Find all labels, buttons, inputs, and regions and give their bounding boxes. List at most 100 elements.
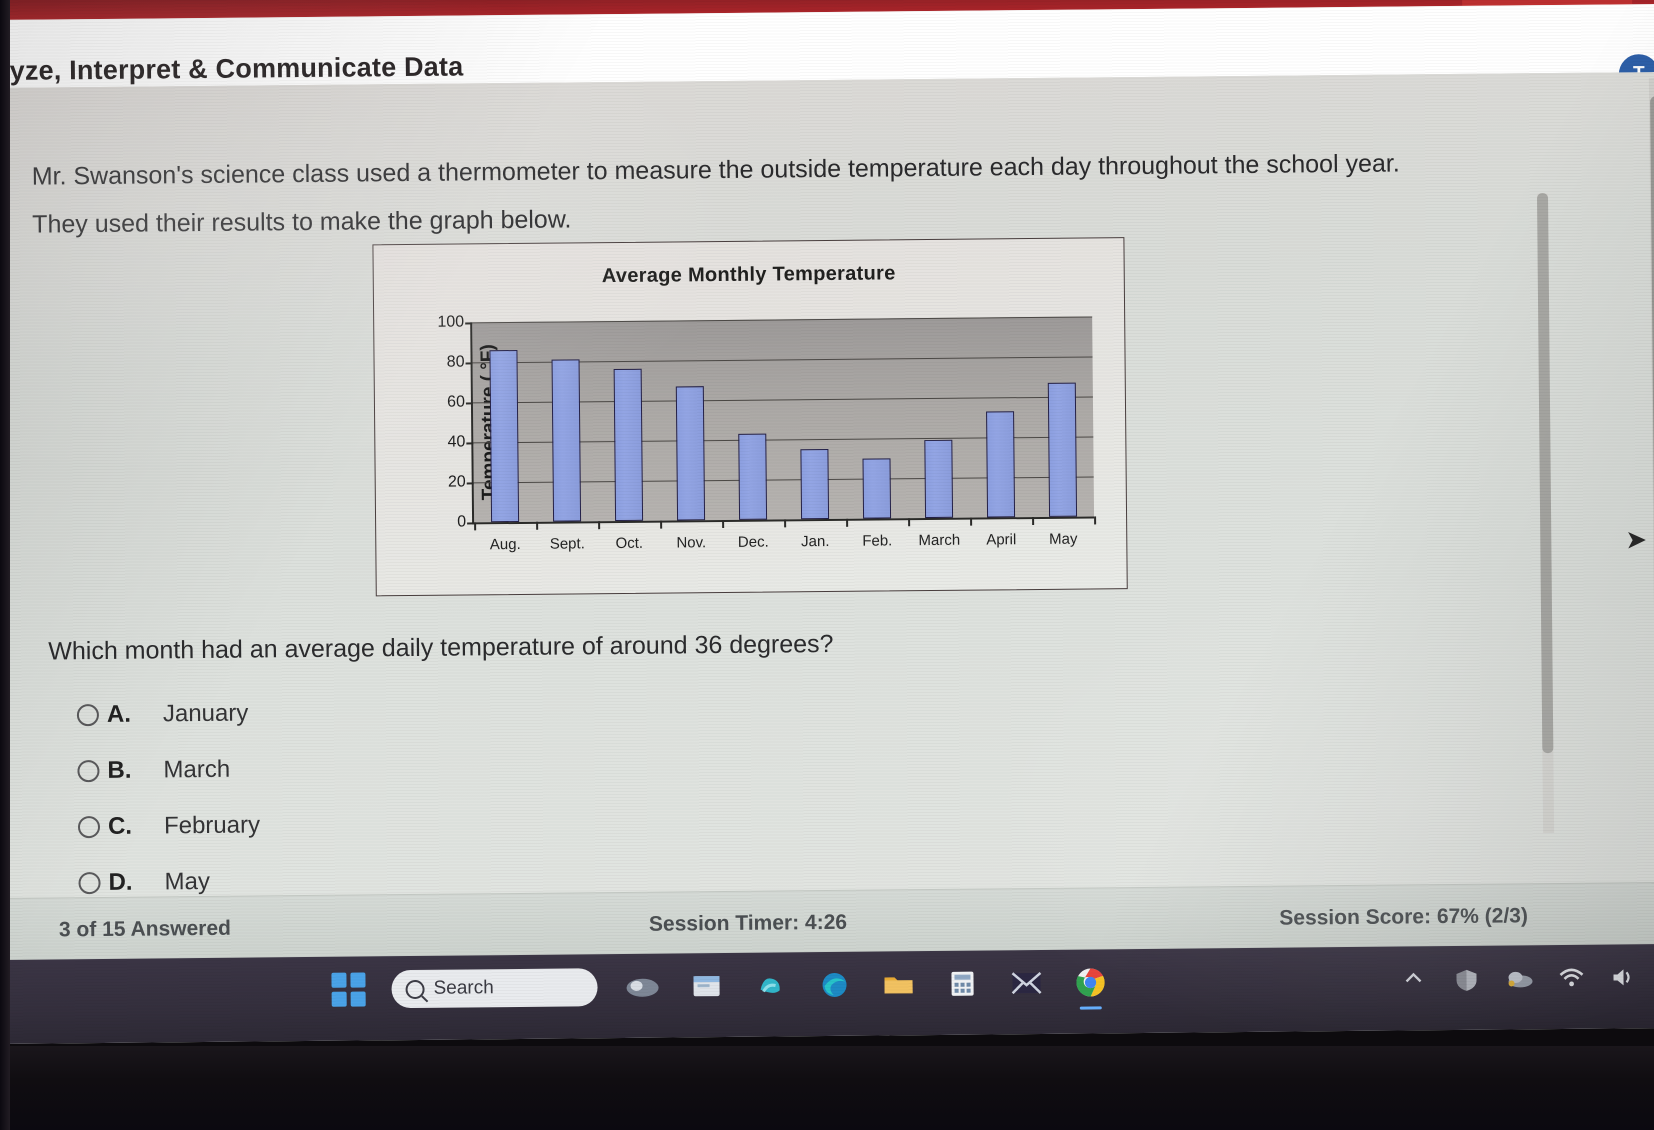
bar — [986, 411, 1016, 518]
x-tick-label: Jan. — [801, 532, 830, 551]
chevron-up-icon[interactable] — [1401, 968, 1427, 990]
option-label: May — [164, 867, 211, 896]
y-tick-label: 0 — [457, 513, 467, 531]
chrome-icon[interactable] — [1071, 963, 1109, 1001]
y-tick-label: 80 — [446, 353, 465, 371]
inner-scrollbar[interactable] — [1536, 193, 1555, 834]
calculator-icon[interactable] — [943, 965, 981, 1003]
edge-icon[interactable] — [815, 966, 853, 1004]
wifi-icon[interactable] — [1557, 967, 1584, 989]
x-tick-mark — [1032, 517, 1034, 526]
y-tick-mark — [466, 482, 474, 484]
search-placeholder: Search — [433, 977, 494, 999]
monitor-bezel-bottom — [0, 1046, 1654, 1130]
x-tick-mark — [598, 521, 600, 530]
bar — [551, 359, 582, 522]
answer-option-february[interactable]: C. February — [77, 792, 779, 855]
bar-slot: May — [1030, 316, 1094, 548]
bar — [862, 458, 892, 519]
question-prompt: Mr. Swanson's science class used a therm… — [32, 139, 1453, 249]
session-score: Session Score: 67% (2/3) — [1279, 904, 1529, 930]
bar-slot: Dec. — [720, 319, 784, 551]
option-letter: A. — [106, 700, 132, 728]
x-tick-label: Nov. — [676, 534, 707, 552]
session-timer: Session Timer: 4:26 — [648, 910, 848, 936]
bar — [800, 448, 830, 520]
search-input[interactable]: Search — [391, 968, 598, 1009]
x-tick-label: Aug. — [489, 535, 521, 554]
copilot-icon[interactable] — [751, 966, 789, 1004]
start-icon[interactable] — [331, 972, 366, 1007]
option-label: January — [162, 699, 249, 728]
y-tick-label: 40 — [447, 433, 466, 451]
y-tick-label: 20 — [447, 473, 466, 491]
answer-option-january[interactable]: A. January — [76, 680, 778, 743]
bar-slot: Nov. — [658, 320, 722, 551]
answer-options: A. January B. March C. February D. May — [76, 680, 779, 911]
chart-card: Average Monthly Temperature Temperature … — [372, 237, 1128, 597]
bar-slot: Aug. — [472, 322, 536, 553]
x-tick-mark — [1094, 516, 1096, 525]
y-tick-label: 100 — [437, 313, 465, 331]
radio-button[interactable] — [77, 816, 101, 839]
option-letter: C. — [107, 812, 133, 840]
bar-series: Aug. Sept. Oct. Nov. Dec. Jan. Feb. March April M… — [472, 316, 1096, 553]
onedrive-icon[interactable] — [1505, 967, 1533, 989]
option-letter: D. — [108, 868, 133, 896]
answered-count: 3 of 15 Answered — [58, 916, 232, 942]
radio-button[interactable] — [76, 704, 100, 727]
question-text: Which month had an average daily tempera… — [48, 629, 834, 666]
bar-slot: April — [968, 317, 1032, 548]
x-tick-label: Feb. — [862, 532, 893, 550]
mouse-cursor: ➤ — [1625, 524, 1648, 555]
radio-button[interactable] — [77, 760, 100, 783]
inner-scrollbar-thumb[interactable] — [1536, 193, 1554, 754]
x-tick-label: March — [918, 531, 961, 550]
search-icon — [405, 979, 425, 999]
x-tick-label: Dec. — [737, 533, 769, 551]
photographed-screen-container: alyze, Interpret & Communicate Data T Mr… — [0, 0, 1654, 1130]
bar — [1047, 382, 1078, 517]
y-tick-mark — [467, 522, 475, 524]
x-tick-label: Sept. — [549, 535, 585, 553]
defender-icon[interactable] — [1453, 968, 1479, 991]
answer-option-march[interactable]: B. March — [77, 736, 778, 799]
x-tick-label: Oct. — [615, 534, 644, 553]
y-tick-mark — [465, 402, 473, 404]
file-explorer-icon[interactable] — [687, 967, 725, 1005]
x-tick-label: April — [986, 531, 1017, 549]
widgets-icon[interactable] — [623, 968, 661, 1006]
page-title: alyze, Interpret & Communicate Data — [0, 51, 464, 87]
x-tick-mark — [970, 517, 972, 526]
option-label: March — [163, 755, 231, 784]
bar-chart-plot-area: Temperature ( °F) 0 20 40 60 80 100 Aug. Sept.… — [437, 313, 1096, 553]
bar — [675, 386, 706, 521]
x-tick-mark — [722, 520, 724, 529]
bar — [613, 368, 644, 522]
folder-icon[interactable] — [879, 965, 917, 1003]
option-label: February — [163, 811, 261, 840]
x-tick-mark — [536, 521, 538, 530]
y-tick-mark — [466, 442, 474, 444]
volume-icon[interactable] — [1609, 966, 1635, 988]
bar-slot: Feb. — [844, 318, 908, 550]
x-tick-mark — [846, 518, 848, 527]
windows-taskbar: Search — [1, 943, 1654, 1044]
mail-icon[interactable] — [1007, 964, 1045, 1002]
option-letter: B. — [107, 756, 132, 784]
bar-slot: Sept. — [534, 321, 598, 553]
bar — [489, 349, 520, 523]
y-tick-mark — [465, 362, 473, 364]
bar-slot: Oct. — [596, 321, 660, 552]
radio-button[interactable] — [78, 871, 101, 895]
bar-slot: Jan. — [782, 319, 846, 550]
bar-slot: March — [906, 318, 970, 549]
y-tick-label: 60 — [447, 393, 466, 411]
x-tick-mark — [908, 518, 910, 527]
y-tick-mark — [465, 322, 473, 324]
monitor-screen: alyze, Interpret & Communicate Data T Mr… — [0, 0, 1654, 1044]
bar — [738, 433, 768, 520]
quiz-page: Mr. Swanson's science class used a therm… — [0, 71, 1654, 962]
x-tick-mark — [784, 519, 786, 528]
x-tick-mark — [474, 522, 476, 531]
